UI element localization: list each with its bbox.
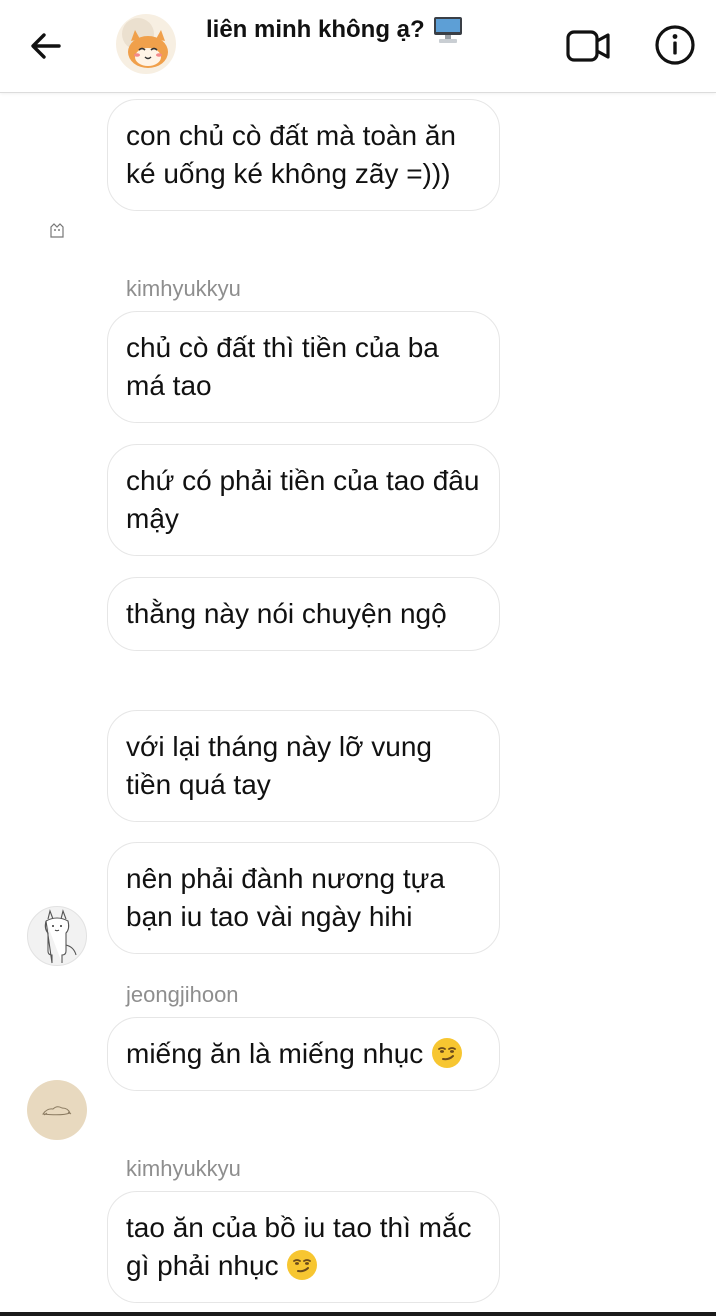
message-text: chủ cò đất thì tiền của ba má tao [126,332,439,401]
conversation-title-text: liên minh không ạ? [206,16,425,43]
sender-name: kimhyukkyu [126,276,241,301]
seen-avatar [46,219,68,241]
smirking-face-emoji [432,1038,463,1068]
info-button[interactable] [654,24,696,66]
arrow-left-icon [31,33,61,59]
message-text: miếng ăn là miếng nhục [126,1038,424,1069]
message-bubble[interactable]: chứ có phải tiền của tao đâu mậy [107,444,500,556]
sender-avatar[interactable] [27,1080,87,1140]
sender-name: kimhyukkyu [126,1156,241,1181]
bottom-divider [0,1312,716,1316]
smirking-face-emoji [287,1250,318,1280]
message-text: con chủ cò đất mà toàn ăn ké uống ké khô… [126,120,456,189]
chat-screen: liên minh không ạ? con chủ cò đất mà toà… [0,0,716,1316]
video-call-button[interactable] [565,26,613,66]
message-bubble[interactable]: nên phải đành nương tựa bạn iu tao vài n… [107,842,500,954]
message-text: với lại tháng này lỡ vung tiền quá tay [126,731,433,800]
desktop-computer-emoji [433,17,462,43]
message-text: nên phải đành nương tựa bạn iu tao vài n… [126,863,445,932]
chat-header: liên minh không ạ? [0,0,716,93]
message-bubble[interactable]: thằng này nói chuyện ngộ [107,577,500,651]
message-bubble[interactable]: con chủ cò đất mà toàn ăn ké uống ké khô… [107,99,500,211]
message-bubble[interactable]: miếng ăn là miếng nhục [107,1017,500,1091]
message-bubble[interactable]: chủ cò đất thì tiền của ba má tao [107,311,500,423]
conversation-title[interactable]: liên minh không ạ? [206,16,463,44]
info-icon [655,25,695,65]
message-bubble[interactable]: với lại tháng này lỡ vung tiền quá tay [107,710,500,822]
sender-name: jeongjihoon [126,982,239,1007]
message-text: thằng này nói chuyện ngộ [126,598,447,629]
message-text: chứ có phải tiền của tao đâu mậy [126,465,480,534]
group-avatar[interactable] [116,14,176,74]
sender-avatar[interactable] [27,906,87,966]
back-button[interactable] [24,24,68,68]
video-camera-icon [566,30,610,62]
message-bubble[interactable]: tao ăn của bồ iu tao thì mắc gì phải nhụ… [107,1191,500,1303]
